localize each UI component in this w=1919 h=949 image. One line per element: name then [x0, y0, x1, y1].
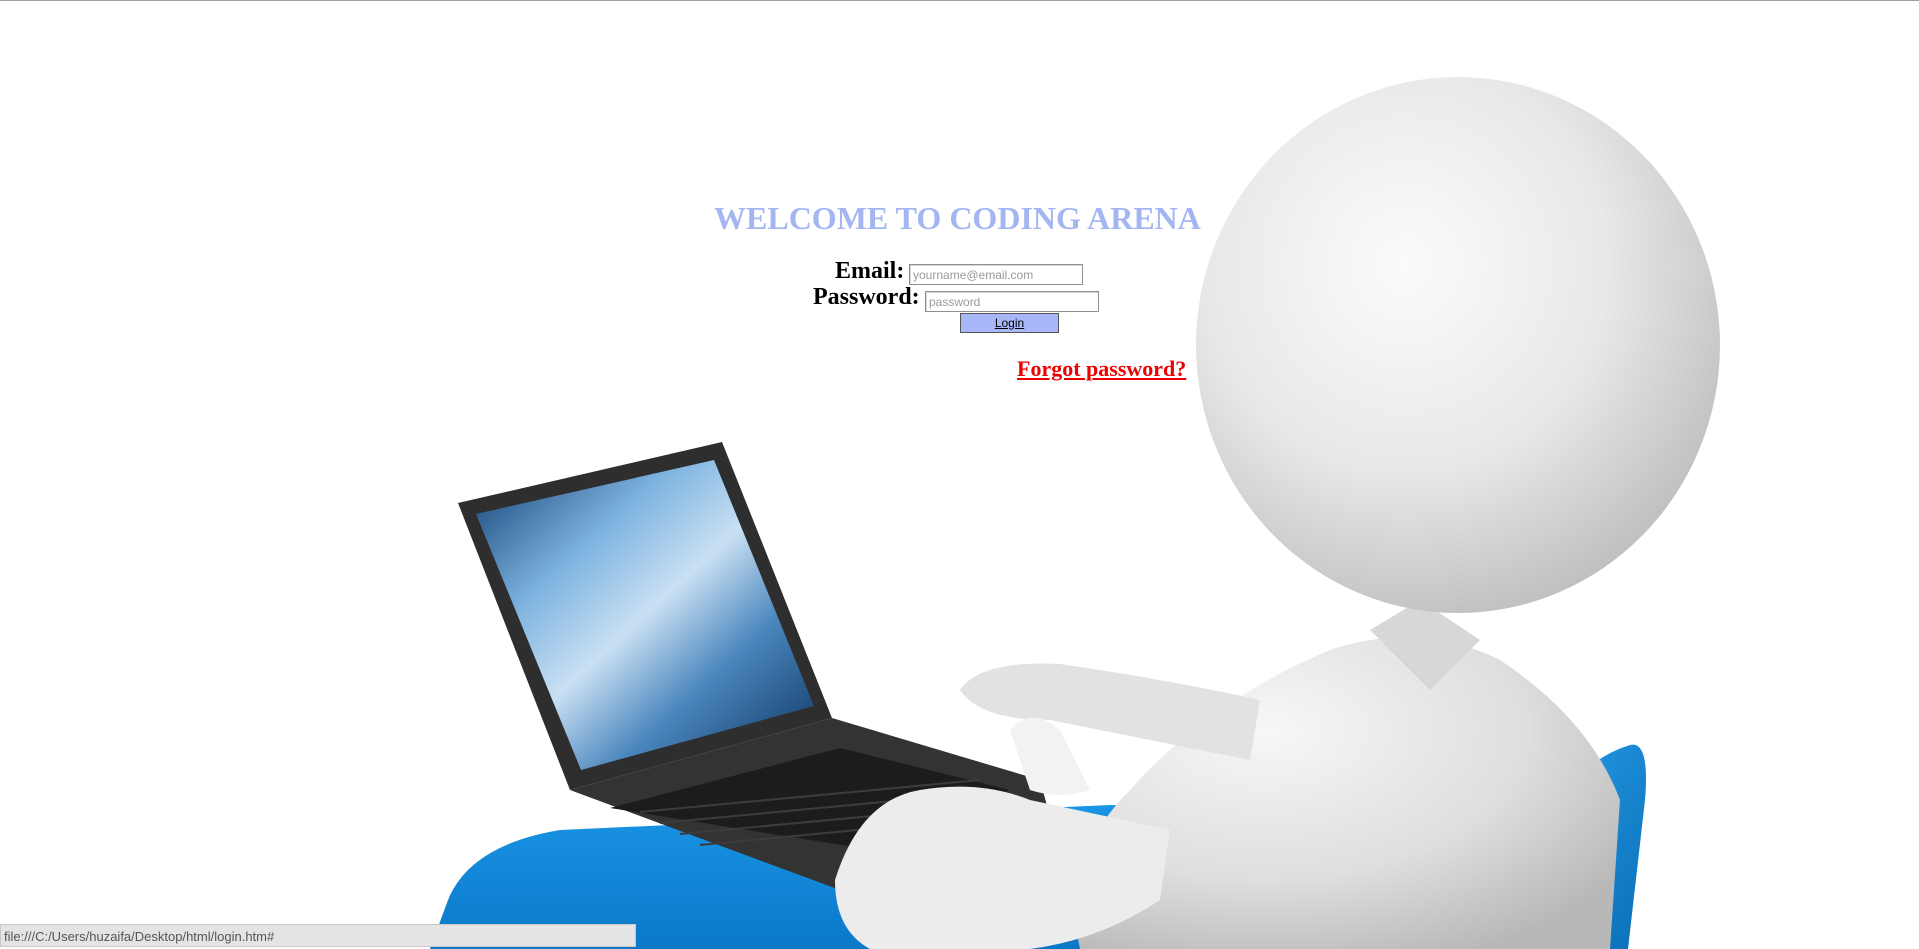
forgot-password-link[interactable]: Forgot password?	[1017, 355, 1186, 383]
browser-page: WELCOME TO CODING ARENA Email: Password:…	[0, 0, 1919, 949]
browser-status-bar: file:///C:/Users/huzaifa/Desktop/html/lo…	[0, 924, 636, 947]
password-field[interactable]	[925, 291, 1099, 312]
person-at-laptop-illustration	[430, 77, 1720, 949]
email-field[interactable]	[909, 264, 1083, 285]
password-label: Password:	[813, 284, 920, 310]
email-label: Email:	[835, 258, 905, 284]
page-title: WELCOME TO CODING ARENA	[714, 200, 1201, 236]
login-button[interactable]: Login	[960, 313, 1059, 333]
status-bar-url: file:///C:/Users/huzaifa/Desktop/html/lo…	[4, 929, 275, 944]
